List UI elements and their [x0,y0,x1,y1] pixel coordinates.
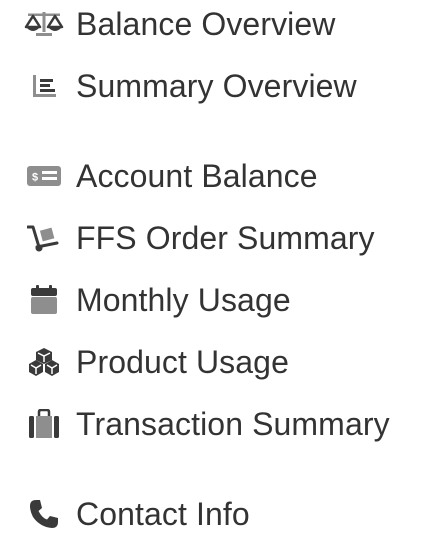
money-bill-icon: $ [24,160,64,192]
menu-item-label: FFS Order Summary [76,220,375,256]
menu-item-balance-overview[interactable]: Balance Overview [24,4,336,44]
menu-item-product-usage[interactable]: Product Usage [24,342,289,382]
cubes-icon [24,346,64,378]
chart-lines-icon [24,70,64,102]
svg-text:$: $ [32,172,38,184]
calendar-icon [24,284,64,316]
dolly-cart-icon [24,222,64,254]
suitcase-icon [24,408,64,440]
menu-item-label: Contact Info [76,496,250,532]
menu-item-contact-info[interactable]: Contact Info [24,494,250,534]
menu-item-label: Balance Overview [76,6,336,42]
menu-item-label: Summary Overview [76,68,357,104]
menu-item-ffs-order-summary[interactable]: FFS Order Summary [24,218,375,258]
menu-item-transaction-summary[interactable]: Transaction Summary [24,404,390,444]
menu-item-label: Transaction Summary [76,406,390,442]
side-menu: Balance Overview Summary Overview $ Acco… [0,0,439,535]
menu-item-account-balance[interactable]: $ Account Balance [24,156,318,196]
menu-item-label: Product Usage [76,344,289,380]
balance-scale-icon [24,8,64,40]
menu-item-monthly-usage[interactable]: Monthly Usage [24,280,291,320]
menu-item-label: Account Balance [76,158,318,194]
menu-item-label: Monthly Usage [76,282,291,318]
menu-item-summary-overview[interactable]: Summary Overview [24,66,357,106]
phone-icon [24,498,64,530]
